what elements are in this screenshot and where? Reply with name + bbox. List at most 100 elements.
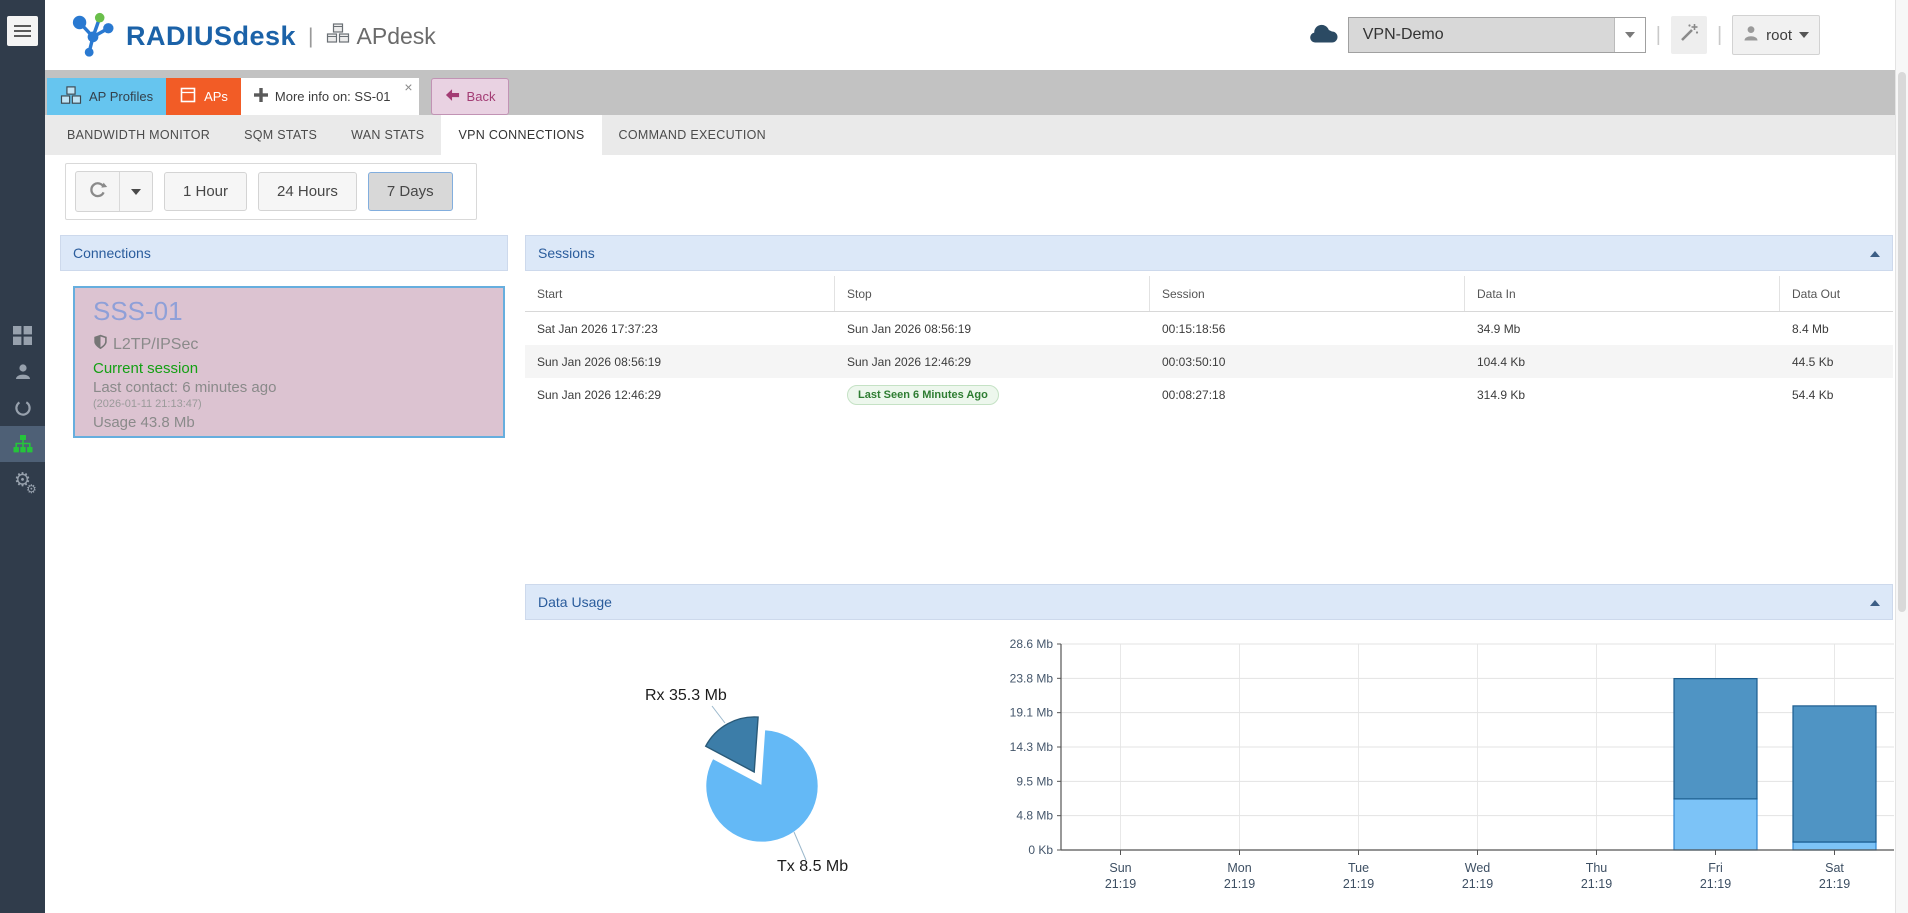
x-axis-time-label: 21:19 — [1343, 877, 1374, 891]
cubes-icon — [60, 86, 82, 108]
button-1-hour[interactable]: 1 Hour — [164, 172, 247, 211]
button-24-hours[interactable]: 24 Hours — [258, 172, 357, 211]
back-button[interactable]: Back — [431, 78, 510, 115]
sidebar-item-dashboard[interactable] — [0, 317, 45, 353]
sessions-panel: Sessions Start Stop Session Data In Data… — [525, 235, 1893, 411]
data-usage-panel: Data Usage Rx 35.3 MbTx 8.5 Mb 0 Kb4.8 M… — [525, 584, 1893, 913]
tab-wan-stats[interactable]: WAN STATS — [334, 115, 441, 155]
tab-sqm-stats[interactable]: SQM STATS — [227, 115, 334, 155]
connection-status: Current session — [93, 360, 503, 377]
tab-bandwidth-monitor[interactable]: BANDWIDTH MONITOR — [50, 115, 227, 155]
session-row[interactable]: Sun Jan 2026 08:56:19Sun Jan 2026 12:46:… — [525, 345, 1893, 378]
connection-card-sss01[interactable]: SSS-01 L2TP/IPSec Current session Last c… — [73, 286, 505, 438]
sidebar-item-monitor[interactable] — [0, 390, 45, 426]
session-cell: Sun Jan 2026 08:56:19 — [525, 345, 835, 378]
session-cell: 44.5 Kb — [1780, 345, 1893, 378]
vertical-scrollbar[interactable] — [1895, 0, 1908, 913]
daily-usage-bar-chart: 0 Kb4.8 Mb9.5 Mb14.3 Mb19.1 Mb23.8 Mb28.… — [1000, 630, 1897, 913]
brand-area: RADIUSdesk | APdesk — [70, 10, 436, 63]
session-row[interactable]: Sat Jan 2026 17:37:23Sun Jan 2026 08:56:… — [525, 312, 1893, 345]
column-header-stop[interactable]: Stop — [835, 276, 1150, 311]
session-cell: Sun Jan 2026 12:46:29 — [835, 345, 1150, 378]
site-selector-arrow[interactable] — [1614, 18, 1645, 52]
detail-tab-bar: BANDWIDTH MONITOR SQM STATS WAN STATS VP… — [45, 115, 1895, 155]
column-header-start[interactable]: Start — [525, 276, 835, 311]
session-row[interactable]: Sun Jan 2026 12:46:29 Last Seen 6 Minutes… — [525, 378, 1893, 411]
x-axis-time-label: 21:19 — [1462, 877, 1493, 891]
refresh-button[interactable] — [76, 172, 120, 211]
column-header-data-in[interactable]: Data In — [1465, 276, 1780, 311]
refresh-split-button[interactable] — [75, 171, 153, 212]
user-name: root — [1766, 27, 1792, 44]
connection-name: SSS-01 — [93, 296, 503, 327]
connection-usage: Usage 43.8 Mb — [93, 414, 503, 431]
scrollbar-thumb[interactable] — [1898, 72, 1906, 612]
collapse-icon[interactable] — [1870, 246, 1880, 257]
session-cell: Sat Jan 2026 17:37:23 — [525, 312, 835, 345]
tab-ap-profiles[interactable]: AP Profiles — [47, 78, 166, 115]
tab-vpn-connections[interactable]: VPN CONNECTIONS — [441, 115, 601, 155]
rx-tx-pie-chart: Rx 35.3 MbTx 8.5 Mb — [600, 660, 950, 913]
sidebar-item-network-active[interactable] — [0, 426, 45, 462]
session-cell: Sun Jan 2026 08:56:19 — [835, 312, 1150, 345]
refresh-menu-caret[interactable] — [120, 172, 152, 211]
pie-label-leader — [794, 832, 806, 860]
tab-aps[interactable]: APs — [166, 78, 241, 115]
session-cell: 8.4 Mb — [1780, 312, 1893, 345]
sidebar-item-users[interactable] — [0, 354, 45, 390]
y-axis-tick-label: 4.8 Mb — [1016, 809, 1053, 823]
chevron-down-icon — [1799, 32, 1809, 43]
y-axis-tick-label: 28.6 Mb — [1010, 637, 1054, 651]
person-icon — [14, 363, 32, 381]
x-axis-time-label: 21:19 — [1224, 877, 1255, 891]
session-cell: 314.9 Kb — [1465, 378, 1780, 411]
session-cell: 104.4 Kb — [1465, 345, 1780, 378]
data-usage-title: Data Usage — [538, 594, 612, 610]
pie-slice-label: Rx 35.3 Mb — [645, 687, 727, 704]
x-axis-day-label: Sat — [1825, 861, 1844, 875]
tab-command-execution[interactable]: COMMAND EXECUTION — [602, 115, 783, 155]
header-controls: VPN-Demo | | root — [1308, 0, 1820, 70]
brand-name: RADIUSdesk — [126, 21, 296, 52]
session-cell: 00:03:50:10 — [1150, 345, 1465, 378]
session-cell: 00:15:18:56 — [1150, 312, 1465, 345]
site-selector[interactable]: VPN-Demo — [1348, 17, 1646, 53]
header-divider: | — [1656, 24, 1661, 47]
plus-icon — [254, 88, 268, 105]
sidebar-item-settings[interactable]: ⚙⚙ — [0, 462, 45, 498]
connection-last-contact: Last contact: 6 minutes ago — [93, 379, 503, 396]
time-range-toolbar: 1 Hour 24 Hours 7 Days — [65, 163, 477, 220]
column-header-data-out[interactable]: Data Out — [1780, 276, 1893, 311]
x-axis-day-label: Tue — [1348, 861, 1369, 875]
data-usage-panel-header: Data Usage — [525, 584, 1893, 620]
user-menu-button[interactable]: root — [1732, 15, 1820, 55]
connections-title: Connections — [73, 245, 151, 261]
gears-icon: ⚙⚙ — [14, 471, 31, 490]
close-icon[interactable]: × — [404, 80, 412, 94]
column-header-session[interactable]: Session — [1150, 276, 1465, 311]
y-axis-tick-label: 23.8 Mb — [1010, 671, 1054, 685]
last-seen-badge: Last Seen 6 Minutes Ago — [847, 385, 999, 405]
x-axis-day-label: Mon — [1227, 861, 1251, 875]
header-divider: | — [1717, 24, 1722, 47]
magic-wand-icon — [1678, 22, 1700, 49]
connection-type: L2TP/IPSec — [93, 334, 503, 355]
sessions-table: Start Stop Session Data In Data Out Sat … — [525, 276, 1893, 411]
main-tab-bar: AP Profiles APs More info on: SS-01 × Ba… — [45, 70, 1895, 115]
button-7-days[interactable]: 7 Days — [368, 172, 453, 211]
x-axis-day-label: Sun — [1109, 861, 1131, 875]
hamburger-menu-button[interactable] — [7, 16, 38, 46]
tab-more-info-ss01[interactable]: More info on: SS-01 × — [241, 78, 419, 115]
app-name: APdesk — [326, 23, 436, 50]
user-icon — [1743, 25, 1759, 46]
session-cell: Sun Jan 2026 12:46:29 — [525, 378, 835, 411]
session-cell: 00:08:27:18 — [1150, 378, 1465, 411]
sessions-table-header: Start Stop Session Data In Data Out — [525, 276, 1893, 312]
connections-panel-header: Connections — [60, 235, 508, 271]
x-axis-time-label: 21:19 — [1819, 877, 1850, 891]
collapse-icon[interactable] — [1870, 595, 1880, 606]
vpn-connections-view: 1 Hour 24 Hours 7 Days Connections SSS-0… — [45, 155, 1895, 913]
bar-segment-rx — [1674, 679, 1757, 799]
wizard-button[interactable] — [1671, 16, 1707, 54]
y-axis-tick-label: 9.5 Mb — [1016, 774, 1053, 788]
